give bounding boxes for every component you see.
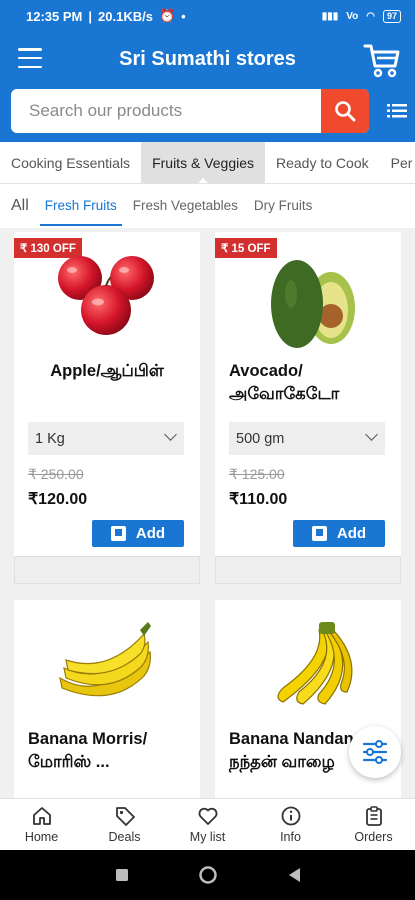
- clipboard-icon: [365, 806, 382, 826]
- search-box: [11, 89, 369, 133]
- app-header: Sri Sumathi stores: [0, 32, 415, 88]
- product-name: Avocado/ அவோகேடோ: [229, 362, 340, 403]
- product-name: Apple/ஆப்பிள்: [50, 362, 164, 380]
- filter-sliders-icon: [362, 740, 388, 764]
- subtab-all[interactable]: All: [6, 184, 34, 228]
- variant-select[interactable]: 500 gm: [229, 422, 385, 455]
- selling-price: ₹110.00: [229, 491, 288, 508]
- chevron-down-icon: [365, 428, 378, 441]
- chevron-down-icon: [164, 428, 177, 441]
- tab-more-category[interactable]: Per: [380, 142, 415, 183]
- banana-image: [59, 622, 151, 697]
- cart-icon[interactable]: [363, 42, 401, 78]
- selling-price: ₹120.00: [28, 491, 88, 508]
- tab-fruits-veggies[interactable]: Fruits & Veggies: [141, 142, 265, 183]
- bag-icon: [311, 526, 327, 541]
- product-name: Banana Morris/ மோரிஸ் ...: [28, 730, 148, 771]
- search-row: [0, 88, 415, 142]
- product-card[interactable]: ₹ 130 OFF Apple/ஆப்பிள் 1 Kg ₹ 250.00 ₹1…: [14, 232, 200, 556]
- system-nav-bar: [0, 850, 415, 900]
- recents-icon[interactable]: [115, 868, 129, 882]
- nav-deals[interactable]: Deals: [83, 799, 166, 850]
- network-speed: 20.1KB/s: [98, 8, 153, 24]
- product-image: [14, 618, 200, 718]
- battery-icon: 97: [382, 9, 401, 23]
- product-grid: ₹ 130 OFF Apple/ஆப்பிள் 1 Kg ₹ 250.00 ₹1…: [0, 228, 415, 798]
- filter-button[interactable]: [349, 726, 401, 778]
- info-icon: [281, 806, 300, 826]
- subtab-fresh-fruits[interactable]: Fresh Fruits: [39, 184, 122, 228]
- search-icon: [335, 101, 356, 122]
- signal-icon: ▮▮▮: [321, 10, 339, 22]
- product-image: [215, 250, 401, 350]
- nav-my-list[interactable]: My list: [166, 799, 249, 850]
- search-input[interactable]: [11, 89, 319, 133]
- avocado-image: [271, 260, 355, 348]
- product-image: [14, 250, 200, 350]
- tag-icon: [115, 807, 135, 826]
- nav-label: Deals: [108, 830, 141, 844]
- variant-select[interactable]: 1 Kg: [28, 422, 184, 455]
- bag-icon: [110, 526, 126, 541]
- tab-ready-to-cook[interactable]: Ready to Cook: [265, 142, 380, 183]
- nav-info[interactable]: Info: [249, 799, 332, 850]
- list-view-icon[interactable]: [387, 104, 407, 118]
- product-card[interactable]: ₹ 15 OFF Avocado/ அவோகேடோ 500 gm ₹ 125.0…: [215, 232, 401, 556]
- mrp-price: ₹ 125.00: [229, 466, 285, 482]
- nav-orders[interactable]: Orders: [332, 799, 415, 850]
- tab-cooking-essentials[interactable]: Cooking Essentials: [0, 142, 141, 183]
- store-title: Sri Sumathi stores: [119, 48, 296, 70]
- category-tabs: Cooking Essentials Fruits & Veggies Read…: [0, 142, 415, 184]
- product-image: [215, 618, 401, 718]
- nav-label: Info: [280, 830, 301, 844]
- status-time: 12:35 PM: [26, 8, 83, 24]
- product-card[interactable]: Banana Morris/ மோரிஸ் ...: [14, 600, 200, 798]
- nav-label: My list: [189, 830, 226, 844]
- heart-icon: [198, 807, 217, 825]
- home-circle-icon[interactable]: [198, 866, 217, 884]
- subtab-fresh-vegetables[interactable]: Fresh Vegetables: [128, 184, 243, 228]
- volte-icon: Vo: [346, 10, 359, 22]
- add-button[interactable]: Add: [92, 520, 184, 547]
- card-footer: [14, 556, 200, 584]
- add-label: Add: [135, 525, 166, 542]
- subtab-dry-fruits[interactable]: Dry Fruits: [249, 184, 318, 228]
- home-icon: [32, 807, 51, 825]
- status-bar: 12:35 PM | 20.1KB/s ⏰ • ▮▮▮ Vo ◠ 97: [0, 0, 415, 32]
- dot-icon: •: [181, 8, 186, 24]
- search-button[interactable]: [321, 89, 369, 133]
- back-icon[interactable]: [287, 867, 301, 883]
- variant-value: 1 Kg: [35, 430, 65, 447]
- banana-bunch-image: [277, 622, 353, 705]
- nav-home[interactable]: Home: [0, 799, 83, 850]
- nav-label: Orders: [354, 830, 393, 844]
- alarm-icon: ⏰: [158, 8, 176, 23]
- subcategory-tabs: All Fresh Fruits Fresh Vegetables Dry Fr…: [0, 184, 415, 228]
- bottom-nav: Home Deals My list Info Orders: [0, 798, 415, 850]
- nav-label: Home: [24, 830, 59, 844]
- mrp-price: ₹ 250.00: [28, 466, 84, 482]
- apple-image: [58, 256, 154, 335]
- add-label: Add: [336, 525, 367, 542]
- card-footer: [215, 556, 401, 584]
- add-button[interactable]: Add: [293, 520, 385, 547]
- variant-value: 500 gm: [236, 430, 285, 447]
- wifi-icon: ◠: [366, 10, 375, 22]
